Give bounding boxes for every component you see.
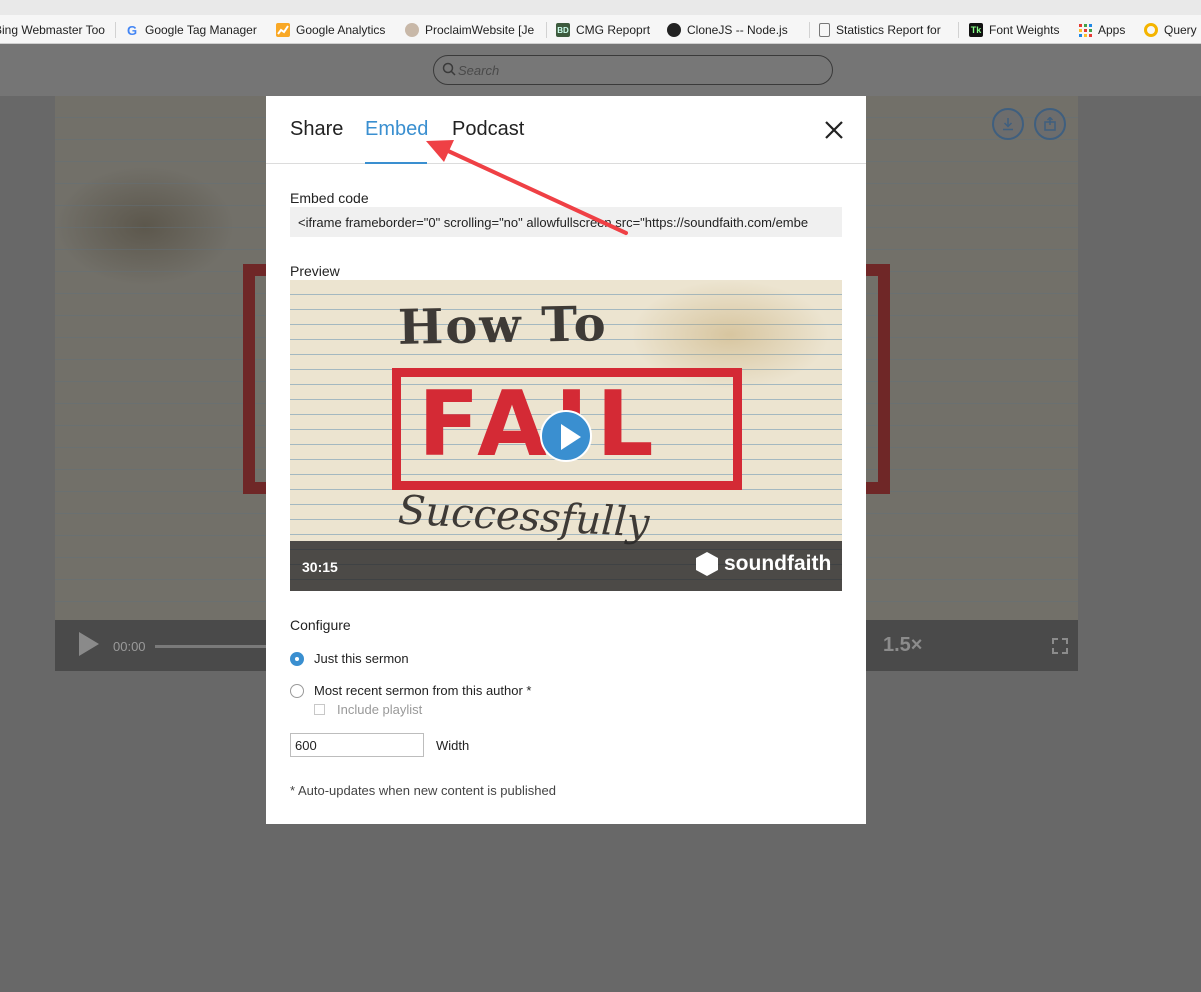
- configure-label: Configure: [290, 617, 351, 633]
- option-label: Just this sermon: [314, 651, 409, 666]
- share-icon: [1044, 117, 1056, 131]
- github-icon: [667, 23, 681, 37]
- soundfaith-hex-icon: [696, 552, 718, 576]
- bookmark-label: ProclaimWebsite [Je: [425, 23, 535, 37]
- tk-icon: Tk: [969, 23, 983, 37]
- current-time: 00:00: [113, 639, 146, 654]
- close-icon[interactable]: [822, 118, 846, 142]
- progress-track[interactable]: [155, 645, 275, 648]
- avatar-icon: [405, 23, 419, 37]
- document-icon: [819, 23, 830, 37]
- bookmark-label: CloneJS -- Node.js: [687, 23, 788, 37]
- bookmark-separator: [809, 22, 810, 38]
- search-input[interactable]: [458, 61, 818, 79]
- bookmarks-bar: Bing Webmaster Too G Google Tag Manager …: [0, 0, 1201, 44]
- bookmark-separator: [546, 22, 547, 38]
- tab-share[interactable]: Share: [290, 118, 343, 141]
- include-playlist-checkbox[interactable]: [314, 704, 325, 715]
- download-icon: [1003, 118, 1013, 131]
- bd-icon: BD: [556, 23, 570, 37]
- bookmark-separator: [115, 22, 116, 38]
- artwork-title-top: How To: [397, 296, 609, 356]
- query-icon: [1144, 23, 1158, 37]
- analytics-icon: [276, 23, 290, 37]
- auto-update-footnote: * Auto-updates when new content is publi…: [290, 783, 556, 798]
- preview-label: Preview: [290, 263, 340, 279]
- playback-rate[interactable]: 1.5×: [883, 634, 922, 657]
- preview-control-bar: 30:15 soundfaith: [290, 541, 842, 591]
- apps-grid-icon: [1078, 23, 1092, 37]
- embed-code-label: Embed code: [290, 190, 369, 206]
- bookmark-cmg-report[interactable]: BD CMG Repoprt: [556, 21, 650, 39]
- soundfaith-logo: soundfaith: [696, 552, 831, 576]
- preview-duration: 30:15: [302, 559, 338, 575]
- bookmark-statistics-report[interactable]: Statistics Report for: [819, 21, 941, 39]
- option-most-recent-sermon[interactable]: Most recent sermon from this author *: [290, 683, 531, 698]
- embed-code-field[interactable]: [290, 207, 842, 237]
- bookmark-query[interactable]: Query: [1144, 21, 1197, 39]
- bookmark-label: Apps: [1098, 23, 1126, 37]
- include-playlist-option[interactable]: Include playlist: [314, 702, 422, 717]
- include-playlist-label: Include playlist: [337, 702, 423, 717]
- search-box[interactable]: [433, 55, 833, 85]
- bookmark-label: Font Weights: [989, 23, 1060, 37]
- download-button[interactable]: [992, 108, 1024, 140]
- bookmark-label: Google Analytics: [296, 23, 386, 37]
- bookmark-font-weights[interactable]: Tk Font Weights: [969, 21, 1059, 39]
- fullscreen-icon[interactable]: [1052, 638, 1068, 654]
- bookmark-google-tag-manager[interactable]: G Google Tag Manager: [125, 21, 257, 39]
- modal-tabs: Share Embed Podcast: [266, 96, 866, 164]
- share-modal: Share Embed Podcast Embed code Preview H…: [266, 96, 866, 824]
- bookmark-separator: [958, 22, 959, 38]
- google-icon: G: [126, 22, 138, 38]
- radio-unselected[interactable]: [290, 683, 304, 698]
- search-icon: [442, 62, 456, 76]
- bookmark-proclaim-website[interactable]: ProclaimWebsite [Je: [405, 21, 534, 39]
- active-tab-indicator: [365, 162, 427, 164]
- brand-name: soundfaith: [724, 552, 832, 575]
- bookmark-google-analytics[interactable]: Google Analytics: [276, 21, 385, 39]
- play-icon[interactable]: [79, 632, 99, 656]
- bookmark-apps[interactable]: Apps: [1078, 21, 1125, 39]
- bookmark-label: Bing Webmaster Too: [0, 23, 105, 37]
- bookmark-clonejs[interactable]: CloneJS -- Node.js: [667, 21, 788, 39]
- width-input[interactable]: [290, 733, 424, 757]
- tab-podcast[interactable]: Podcast: [452, 118, 524, 141]
- bookmark-bing[interactable]: Bing Webmaster Too: [0, 21, 105, 39]
- preview-play-button[interactable]: [540, 410, 592, 462]
- share-button[interactable]: [1034, 108, 1066, 140]
- option-label: Most recent sermon from this author *: [314, 683, 532, 698]
- bookmark-label: CMG Repoprt: [576, 23, 651, 37]
- option-just-this-sermon[interactable]: Just this sermon: [290, 651, 409, 666]
- radio-selected[interactable]: [290, 651, 304, 666]
- artwork-title-main: FAIL: [418, 372, 662, 477]
- bookmark-label: Google Tag Manager: [145, 23, 257, 37]
- embed-preview: How To FAIL Successfully 30:15 soundfait…: [290, 280, 842, 591]
- bookmark-label: Query: [1164, 23, 1197, 37]
- bookmark-label: Statistics Report for: [836, 23, 941, 37]
- width-label: Width: [436, 738, 470, 753]
- tab-embed[interactable]: Embed: [365, 118, 428, 141]
